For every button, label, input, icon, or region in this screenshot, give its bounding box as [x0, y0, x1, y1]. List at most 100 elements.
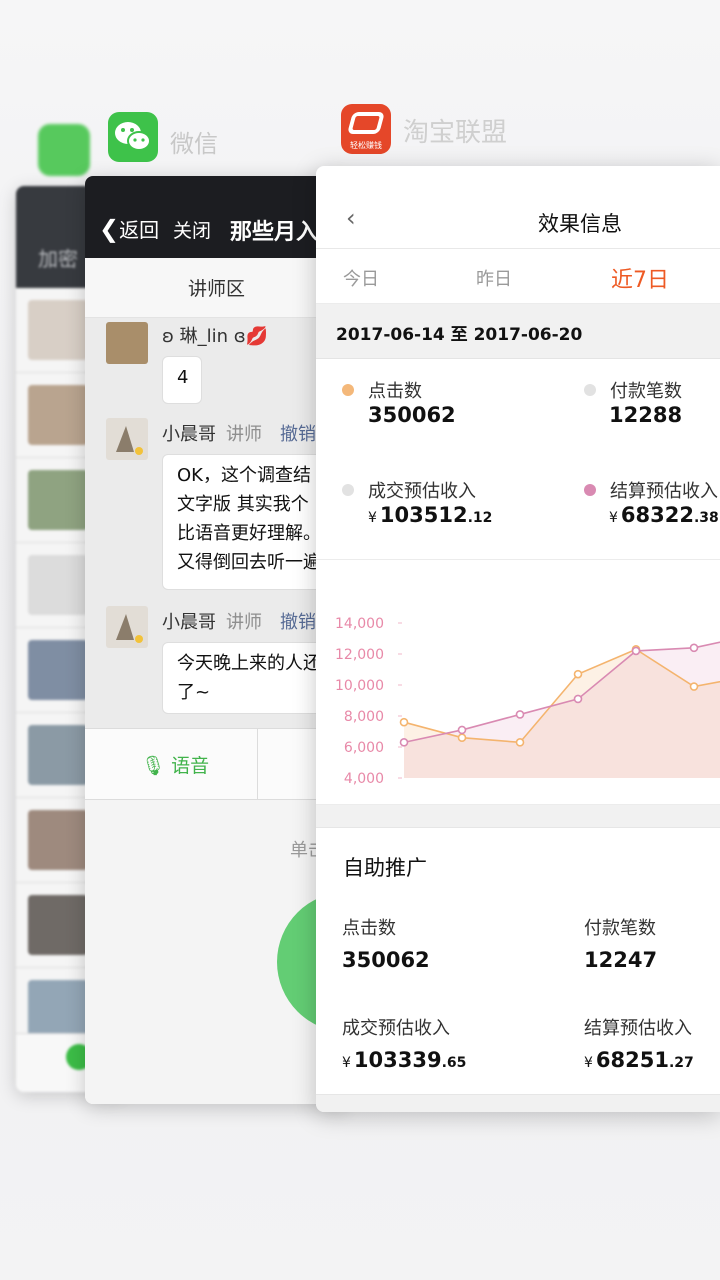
wechat-navbar: ❮返回 关闭 那些月入: [85, 176, 345, 258]
stat-label-payments: 付款笔数: [584, 377, 682, 403]
tab-today[interactable]: 今日: [343, 265, 379, 291]
series-area: [404, 642, 720, 778]
stats-grid: 点击数 350062 付款笔数 12288 成交预估收入 ¥103512.12 …: [316, 359, 720, 560]
data-point: [689, 643, 699, 653]
stat-label-clicks: 点击数: [342, 377, 422, 403]
logo-mark: [347, 112, 385, 134]
footer-gap: [316, 1095, 720, 1112]
data-point: [573, 694, 583, 704]
stat-value-payments: 12288: [609, 403, 683, 427]
data-point: [457, 725, 467, 735]
self-promotion-section: 自助推广 点击数 350062 付款笔数 12247 成交预估收入 ¥10333…: [316, 828, 720, 1095]
data-point: [573, 669, 583, 679]
tab-yesterday[interactable]: 昨日: [476, 265, 512, 291]
section-title: 自助推广: [343, 856, 427, 880]
input-toolbar: 🎙 语音: [85, 728, 345, 800]
list-item-thumb: [28, 980, 88, 1040]
y-tick-label: 14,000: [335, 616, 384, 632]
avatar[interactable]: [106, 322, 148, 364]
chevron-left-icon[interactable]: ‹: [346, 204, 356, 232]
date-range-bar: 2017-06-14 至 2017-06-20: [316, 304, 720, 359]
y-tick-label: 10,000: [335, 678, 384, 694]
stat-value-settle-income: ¥68322.38: [609, 503, 719, 527]
trend-chart[interactable]: 14,000 12,000 10,000 8,000 6,000 4,000: [316, 560, 720, 805]
list-item-thumb: [28, 385, 88, 445]
promo-value-clicks: 350062: [342, 948, 430, 972]
message-text: 4: [177, 367, 189, 388]
message-username: ʚ 琳_lin ɞ💋: [162, 326, 269, 347]
voice-button[interactable]: 🎙 语音: [141, 751, 209, 778]
recall-link[interactable]: 撤销: [280, 424, 316, 445]
list-item-thumb: [28, 300, 88, 360]
taobao-union-app-card[interactable]: ‹ 效果信息 今日 昨日 近7日 2017-06-14 至 2017-06-20…: [316, 166, 720, 1112]
stat-label-deal-income: 成交预估收入: [342, 477, 476, 503]
tab-lecturer-zone[interactable]: 讲师区: [85, 258, 345, 318]
data-point: [399, 717, 409, 727]
avatar[interactable]: [106, 606, 148, 648]
data-point: [457, 733, 467, 742]
avatar[interactable]: [106, 418, 148, 460]
stat-value-clicks: 350062: [368, 403, 456, 427]
wechat-app-name: 微信: [170, 130, 218, 158]
y-tick-label: 4,000: [344, 771, 384, 787]
back-app-icon[interactable]: [38, 124, 90, 176]
message-bubble[interactable]: 4: [162, 356, 202, 404]
list-item-thumb: [28, 555, 88, 615]
section-gap: [316, 805, 720, 828]
wechat-app-card[interactable]: ❮返回 关闭 那些月入 讲师区 ʚ 琳_lin ɞ💋 4 小晨哥 讲师 撤销 OK，…: [85, 176, 345, 1104]
voice-panel: 单击: [85, 800, 345, 1104]
legend-dot: [584, 484, 596, 496]
stat-label-settle-income: 结算预估收入: [584, 477, 718, 503]
promo-value-deal-income: ¥103339.65: [342, 1048, 467, 1072]
promo-value-settle-income: ¥68251.27: [584, 1048, 694, 1072]
divider: [257, 729, 258, 799]
page-title: 效果信息: [538, 212, 622, 236]
message-username: 小晨哥: [162, 424, 216, 445]
y-tick-label: 12,000: [335, 647, 384, 663]
data-point: [515, 710, 525, 719]
promo-label-clicks: 点击数: [342, 918, 396, 939]
list-item-thumb: [28, 810, 88, 870]
chevron-left-icon: ❮: [99, 215, 120, 243]
page-title: 那些月入: [230, 220, 319, 245]
legend-dot: [342, 484, 354, 496]
period-tabs: 今日 昨日 近7日: [316, 249, 720, 304]
message-header: 小晨哥 讲师 撤销: [162, 420, 316, 446]
recall-link[interactable]: 撤销: [280, 612, 316, 633]
icon-caption: 轻松赚钱: [350, 141, 382, 150]
voice-label: 语音: [171, 755, 210, 777]
taobao-union-app-name: 淘宝联盟: [403, 118, 508, 148]
promo-label-deal-income: 成交预估收入: [342, 1018, 450, 1039]
chat-area: ʚ 琳_lin ɞ💋 4 小晨哥 讲师 撤销 OK，这个调查结 文字版 其实我个 比…: [85, 318, 345, 728]
lecturer-badge: 讲师: [226, 612, 262, 633]
list-item-thumb: [28, 895, 88, 955]
message-header: 小晨哥 讲师 撤销: [162, 608, 316, 634]
promo-value-payments: 12247: [584, 948, 658, 972]
data-point: [515, 738, 525, 747]
tab-last-7-days[interactable]: 近7日: [611, 262, 669, 294]
taobao-navbar: ‹ 效果信息: [316, 166, 720, 249]
legend-dot: [584, 384, 596, 396]
data-point: [399, 738, 409, 747]
wechat-app-icon[interactable]: [108, 112, 158, 162]
promo-label-payments: 付款笔数: [584, 918, 656, 939]
promo-label-settle-income: 结算预估收入: [584, 1018, 692, 1039]
taobao-union-app-icon[interactable]: 轻松赚钱: [341, 104, 391, 154]
y-tick-label: 6,000: [344, 740, 384, 756]
y-tick-label: 8,000: [344, 709, 384, 725]
date-range: 2017-06-14 至 2017-06-20: [336, 325, 583, 345]
line-chart: 14,000 12,000 10,000 8,000 6,000 4,000: [335, 616, 720, 787]
legend-dot: [342, 384, 354, 396]
back-button[interactable]: ❮返回: [99, 214, 159, 243]
stat-value-deal-income: ¥103512.12: [368, 503, 493, 527]
lecturer-badge: 讲师: [226, 424, 262, 445]
list-item-thumb: [28, 640, 88, 700]
message-username: 小晨哥: [162, 612, 216, 633]
data-point: [689, 682, 699, 691]
list-item-thumb: [28, 470, 88, 530]
close-button[interactable]: 关闭: [173, 216, 211, 243]
microphone-icon: 🎙: [141, 755, 166, 777]
back-label: 返回: [119, 218, 160, 242]
data-point: [631, 646, 641, 656]
list-item-thumb: [28, 725, 88, 785]
